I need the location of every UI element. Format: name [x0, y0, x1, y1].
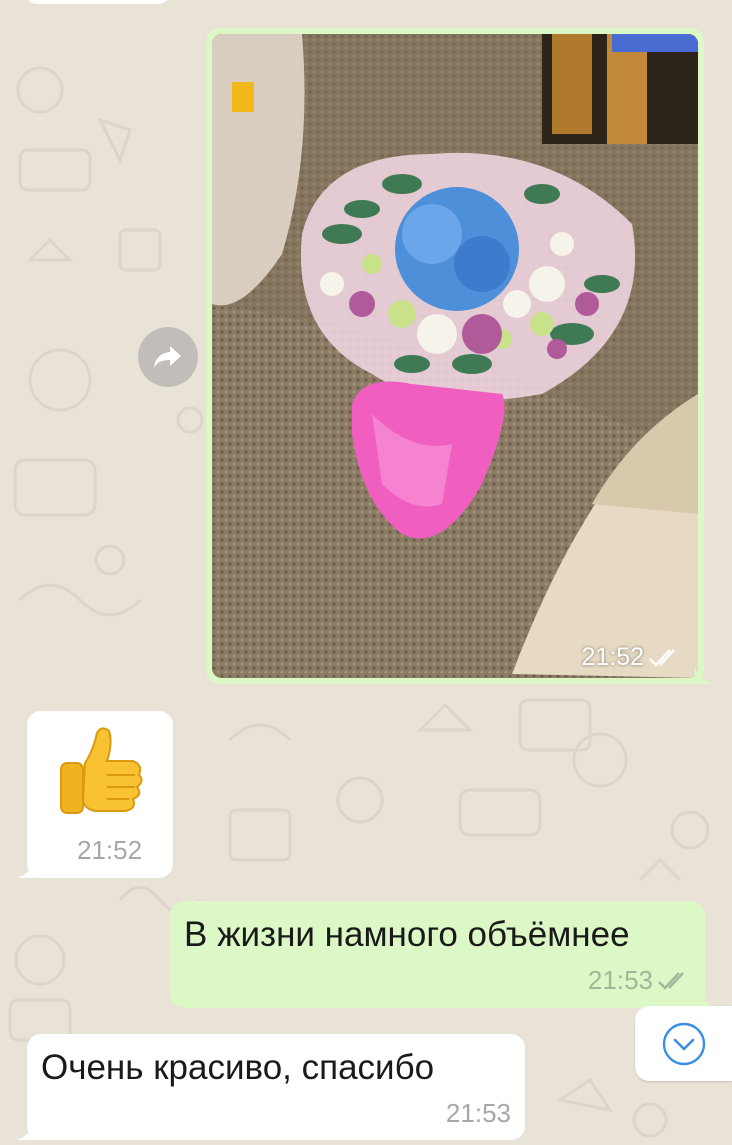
bouquet-photo[interactable]: [212, 34, 698, 678]
incoming-sticker-message[interactable]: 21:52: [17, 711, 173, 878]
thumbs-up-icon: [60, 727, 143, 814]
forward-arrow-icon: [154, 346, 181, 368]
message-timestamp: 21:53: [588, 965, 691, 996]
image-timestamp: 21:52: [581, 643, 682, 672]
sticker-timestamp: 21:52: [77, 835, 143, 865]
outgoing-text-message[interactable]: В жизни намного объёмнее 21:53: [170, 901, 717, 1008]
message-text: В жизни намного объёмнее: [184, 915, 630, 954]
chevron-down-icon: [662, 1022, 705, 1065]
outgoing-image-message[interactable]: 21:52: [206, 28, 713, 684]
bubble-tail: [695, 986, 717, 1008]
message-text: Очень красиво, спасибо: [41, 1048, 435, 1087]
message-time-label: 21:53: [587, 965, 653, 995]
double-check-icon: [658, 971, 684, 990]
incoming-text-message[interactable]: Очень красиво, спасибо 21:53: [17, 1034, 525, 1140]
forward-button[interactable]: [138, 327, 198, 387]
image-time-label: 21:52: [581, 643, 644, 671]
double-check-icon: [649, 648, 675, 667]
bubble-tail: [695, 666, 713, 684]
photo-bouquet: [212, 34, 698, 678]
bubble-tail: [17, 858, 37, 878]
message-timestamp: 21:53: [445, 1098, 511, 1128]
bubble-tail: [17, 1120, 37, 1140]
previous-message-bubble: [25, 0, 170, 4]
scroll-to-bottom-button[interactable]: [635, 1006, 732, 1081]
